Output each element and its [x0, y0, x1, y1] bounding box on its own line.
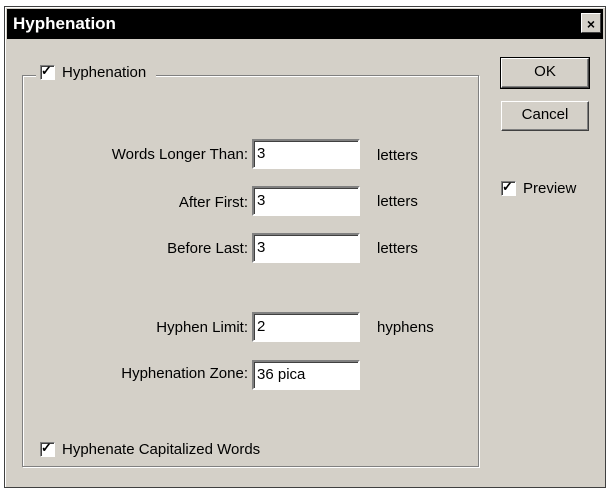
checkmark-icon: ✓	[41, 63, 52, 78]
hyphen-limit-row: Hyphen Limit:	[40, 311, 248, 345]
after-first-label: After First:	[178, 194, 248, 211]
hyphenation-zone-input[interactable]: 36 pica	[252, 360, 360, 390]
checkmark-icon: ✓	[41, 440, 52, 455]
words-longer-than-unit: letters	[377, 147, 418, 164]
words-longer-than-row: Words Longer Than:	[40, 138, 248, 172]
before-last-label: Before Last:	[167, 240, 248, 257]
preview-label: Preview	[523, 180, 577, 197]
hyphenation-zone-row: Hyphenation Zone:	[40, 357, 248, 391]
dialog-title: Hyphenation	[13, 14, 116, 33]
after-first-row: After First:	[40, 186, 248, 220]
hyphenation-zone-label: Hyphenation Zone:	[121, 365, 248, 382]
hyphenate-capitalized-label: Hyphenate Capitalized Words	[62, 441, 261, 458]
before-last-unit: letters	[377, 240, 418, 257]
hyphenate-capitalized-check-box[interactable]: ✓	[40, 440, 55, 457]
cancel-button[interactable]: Cancel	[501, 101, 589, 131]
words-longer-than-label: Words Longer Than:	[111, 146, 248, 163]
close-icon: ×	[586, 16, 596, 32]
after-first-unit: letters	[377, 193, 418, 210]
preview-checkbox[interactable]: ✓ Preview	[501, 179, 577, 197]
hyphenation-label: Hyphenation	[62, 64, 147, 81]
ok-button[interactable]: OK	[500, 57, 590, 89]
after-first-input[interactable]: 3	[252, 186, 360, 216]
hyphenate-capitalized-checkbox[interactable]: ✓ Hyphenate Capitalized Words	[40, 440, 261, 458]
checkmark-icon: ✓	[502, 179, 513, 194]
title-bar: Hyphenation ×	[7, 9, 603, 39]
hyphenation-checkbox[interactable]: ✓ Hyphenation	[36, 63, 157, 81]
hyphen-limit-label: Hyphen Limit:	[156, 319, 248, 336]
close-button[interactable]: ×	[581, 13, 601, 33]
before-last-row: Before Last:	[40, 232, 248, 266]
preview-check-box[interactable]: ✓	[501, 179, 516, 196]
words-longer-than-input[interactable]: 3	[252, 139, 360, 169]
hyphenation-check-box[interactable]: ✓	[40, 63, 55, 80]
before-last-input[interactable]: 3	[252, 233, 360, 263]
hyphen-limit-unit: hyphens	[377, 319, 434, 336]
hyphen-limit-input[interactable]: 2	[252, 312, 360, 342]
hyphenation-group-box	[22, 75, 479, 467]
